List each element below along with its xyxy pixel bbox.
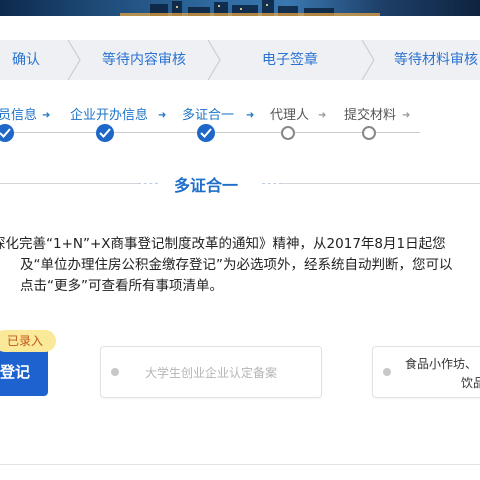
radio-dot-icon: [383, 368, 391, 376]
divider: [262, 183, 282, 185]
check-icon: [96, 124, 114, 142]
option-label: 食品小作坊、: [405, 357, 478, 371]
selected-item-card[interactable]: 登记: [0, 348, 48, 396]
divider: [0, 464, 480, 465]
sub-step-label[interactable]: 员信息: [0, 104, 37, 123]
divider: [282, 183, 480, 184]
header-banner-image: [0, 0, 480, 16]
pending-step-icon: [362, 126, 376, 140]
chevron-right-icon: [207, 40, 221, 80]
process-step-content-review: 等待内容审核: [102, 52, 186, 68]
process-step-e-signature: 电子签章: [262, 52, 318, 68]
arrow-right-icon: ➜: [246, 110, 255, 121]
option-card[interactable]: 食品小作坊、 饮品: [372, 346, 480, 398]
sub-step-label: 代理人: [270, 108, 310, 123]
process-step-material-review: 等待材料审核: [394, 52, 478, 68]
arrow-right-icon: ➜: [42, 110, 51, 121]
process-step-confirm: 确认: [12, 52, 40, 68]
option-card[interactable]: 大学生创业企业认定备案: [100, 346, 322, 398]
process-bar: 确认 等待内容审核 电子签章 等待材料审核: [0, 40, 480, 80]
chevron-right-icon: [361, 40, 375, 80]
sub-steps: 员信息 ➜ 企业开办信息 ➜ 多证合一 ➜ 代理人 ➜ 提交材料 ➜: [0, 96, 480, 156]
status-badge: 已录入: [0, 330, 56, 352]
chevron-right-icon: [67, 40, 81, 80]
sub-step-label[interactable]: 企业开办信息: [70, 104, 148, 123]
arrow-right-icon: ➜: [158, 110, 167, 121]
sub-step-label: 提交材料: [344, 108, 397, 123]
notice-line: 点击“更多”可查看所有事项清单。: [20, 278, 223, 294]
notice-line: 深化完善“1+N”+X商事登记制度改革的通知》精神，从2017年8月1日起您: [0, 236, 446, 252]
option-label: 大学生创业企业认定备案: [145, 366, 278, 380]
arrow-right-icon: ➜: [402, 110, 411, 121]
check-icon: [197, 124, 215, 142]
sub-step-label[interactable]: 多证合一: [182, 104, 234, 123]
arrow-right-icon: ➜: [318, 110, 327, 121]
section-title: 多证合一: [173, 176, 238, 195]
divider: [0, 183, 138, 184]
option-label: 饮品: [461, 376, 480, 390]
radio-dot-icon: [111, 368, 119, 376]
notice-line: 及“单位办理住房公积金缴存登记”为必选项外，经系统自动判断，您可以: [20, 257, 453, 273]
divider: [138, 183, 158, 185]
notice-text: 深化完善“1+N”+X商事登记制度改革的通知》精神，从2017年8月1日起您 及…: [0, 234, 480, 297]
pending-step-icon: [281, 126, 295, 140]
